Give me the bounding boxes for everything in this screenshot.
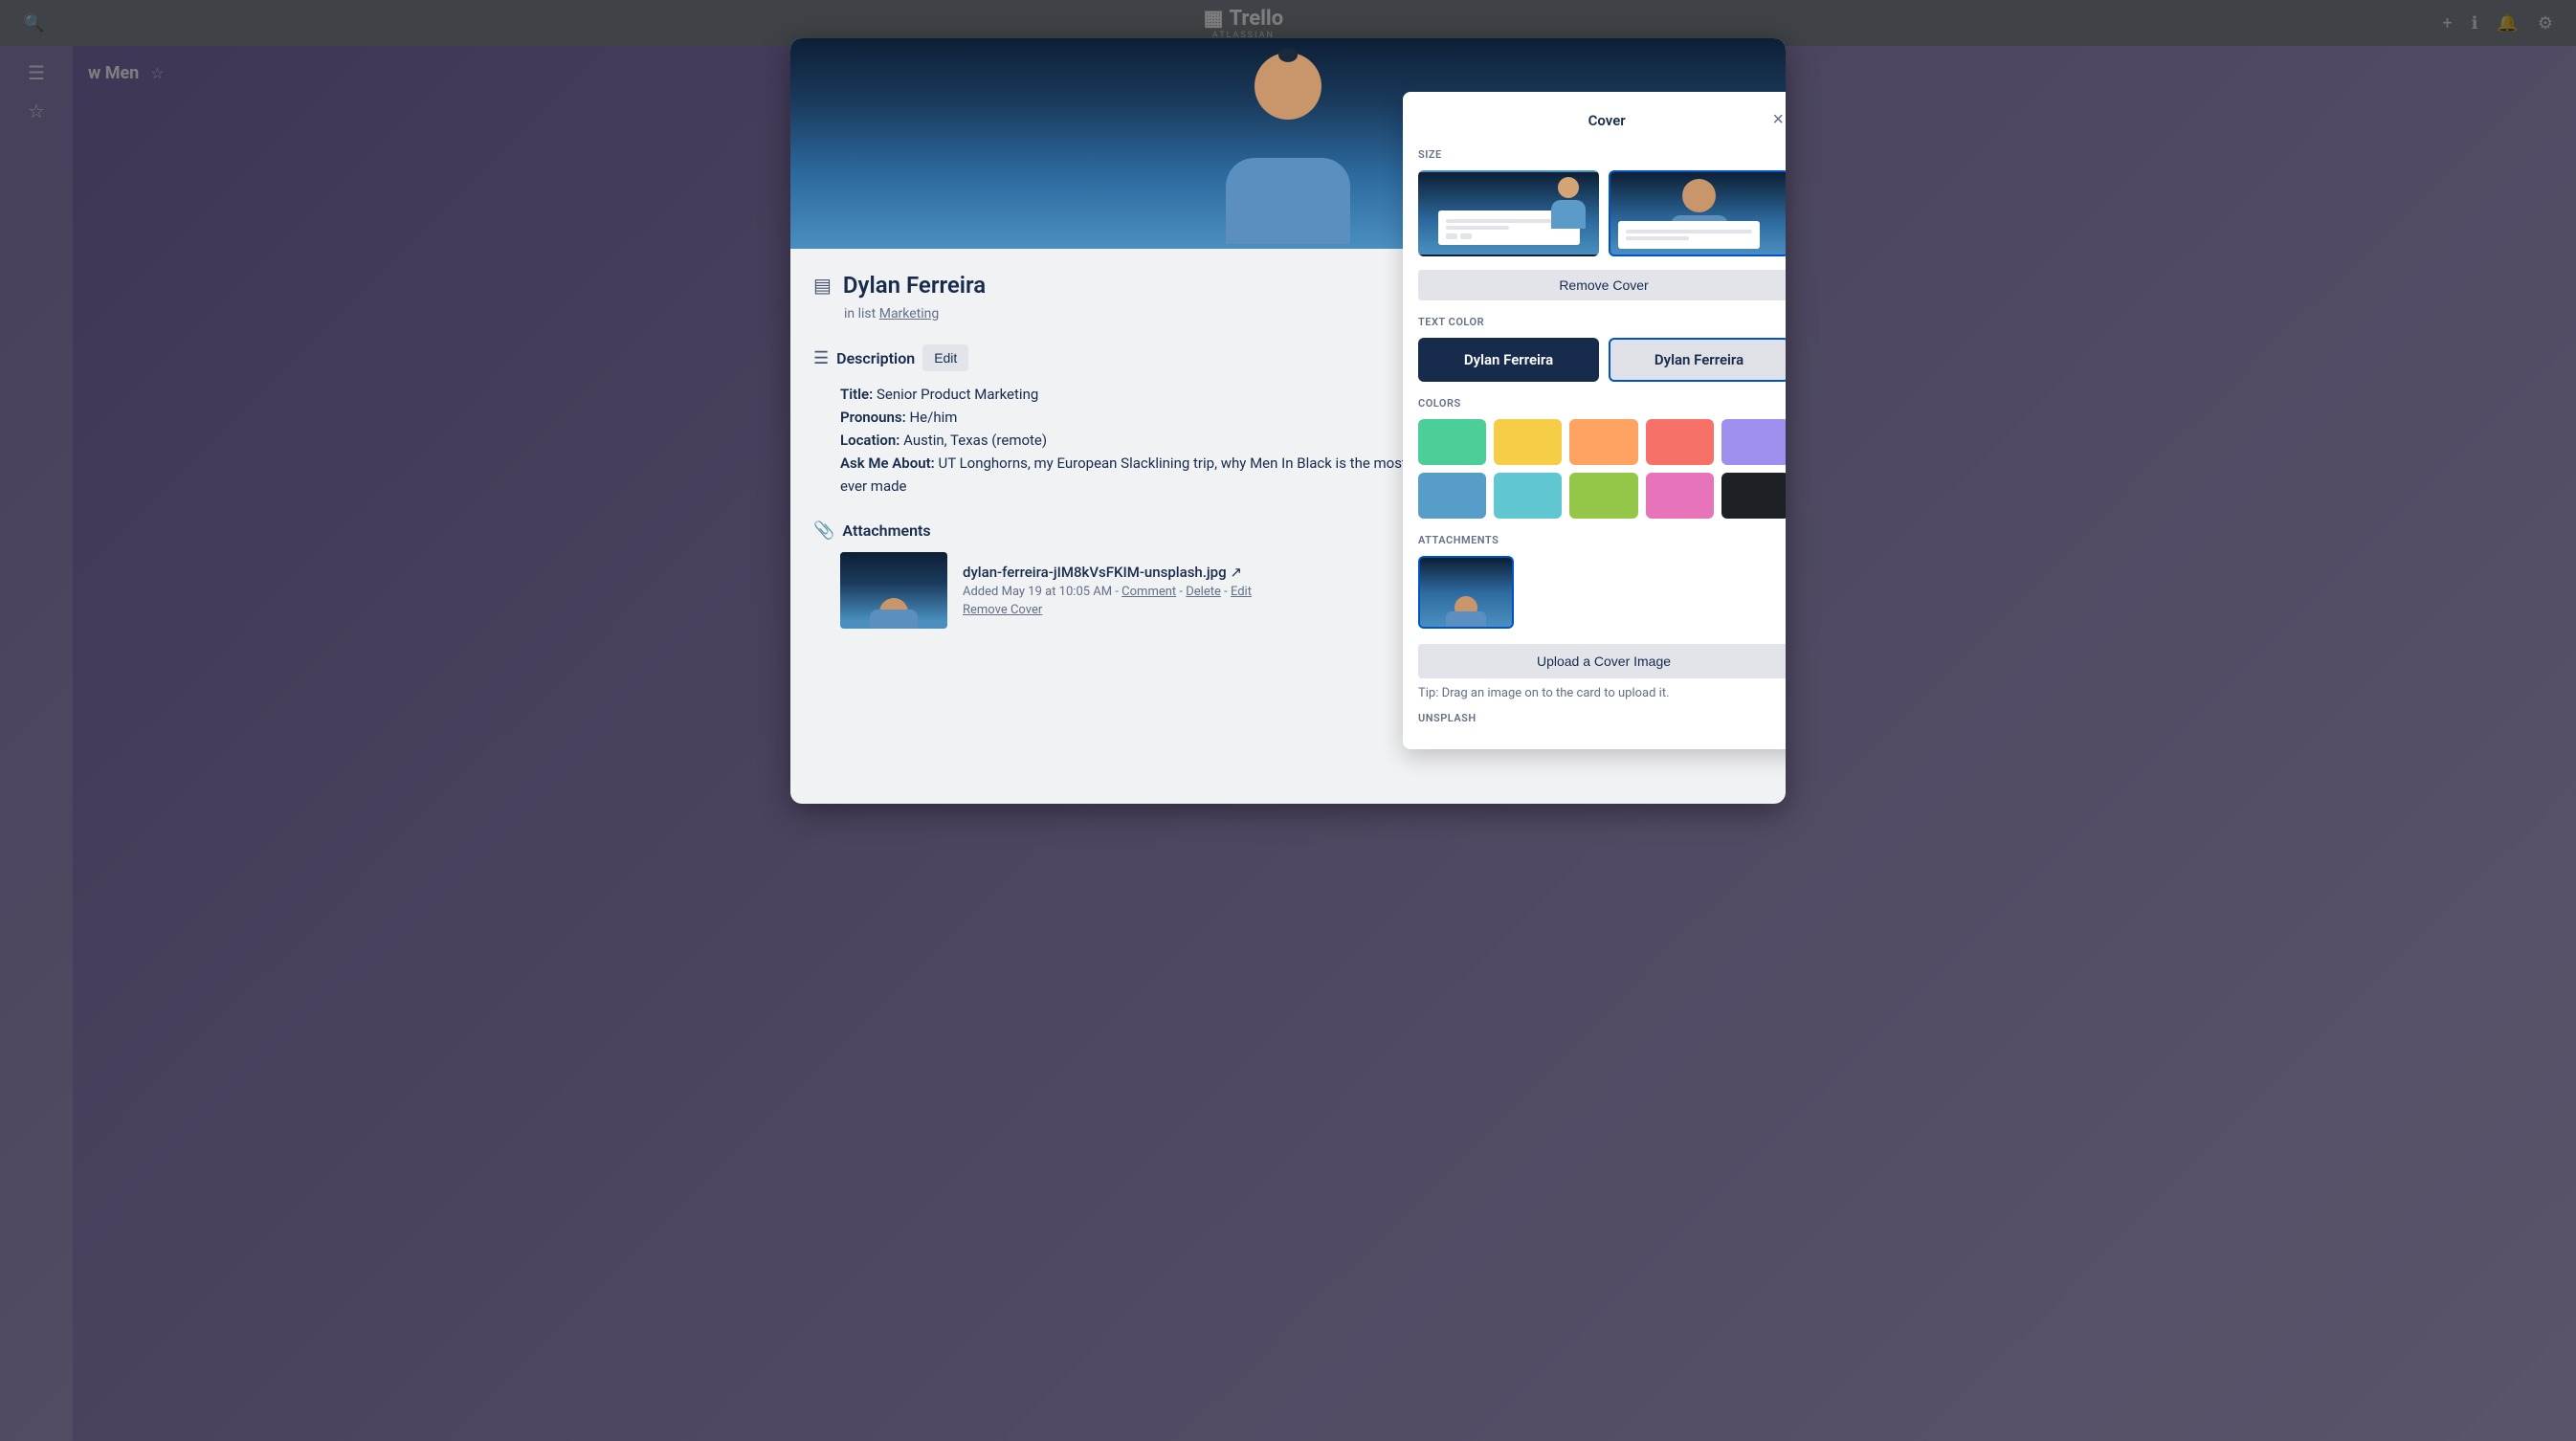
colors-label: COLORS <box>1418 397 1786 410</box>
attachment-edit-link[interactable]: Edit <box>1231 585 1252 599</box>
attachment-comment-link[interactable]: Comment <box>1121 585 1176 599</box>
attachment-thumbnail <box>840 552 947 629</box>
color-swatch-green[interactable] <box>1418 419 1486 465</box>
desc-location-label: Location: <box>840 432 899 449</box>
cover-panel-title: Cover <box>1447 112 1766 129</box>
card-title: Dylan Ferreira <box>843 272 986 299</box>
card-modal: Cover ▤ Dylan Ferreira in list Marketing… <box>790 38 1786 804</box>
panel-attachment-thumbnail[interactable] <box>1418 556 1514 629</box>
color-swatch-yellow[interactable] <box>1494 419 1562 465</box>
color-swatch-pink[interactable] <box>1646 473 1714 519</box>
color-swatch-teal[interactable] <box>1494 473 1562 519</box>
remove-cover-link[interactable]: Remove Cover <box>963 603 1042 617</box>
unsplash-label: UNSPLASH <box>1418 712 1786 724</box>
description-icon: ☰ <box>813 348 829 368</box>
cover-panel-scroll: Cover × SIZE <box>1418 107 1786 734</box>
color-swatch-blue[interactable] <box>1418 473 1486 519</box>
cover-panel: Cover × SIZE <box>1403 92 1786 749</box>
desc-title-value: Senior Product Marketing <box>877 386 1038 403</box>
color-swatch-red[interactable] <box>1646 419 1714 465</box>
cover-panel-header: Cover × <box>1418 107 1786 133</box>
list-link[interactable]: Marketing <box>879 306 940 321</box>
attachments-label: Attachments <box>842 521 930 540</box>
attachment-added: Added May 19 at 10:05 AM <box>963 585 1112 599</box>
color-swatch-purple[interactable] <box>1721 419 1786 465</box>
card-body: ▤ Dylan Ferreira in list Marketing ☰ Des… <box>790 249 1786 804</box>
text-color-light[interactable]: Dylan Ferreira <box>1609 338 1786 382</box>
size-option-small[interactable] <box>1418 170 1599 256</box>
description-label: Description <box>836 349 915 367</box>
modal-overlay: Cover ▤ Dylan Ferreira in list Marketing… <box>0 0 2576 1441</box>
size-option-full[interactable] <box>1609 170 1786 256</box>
color-swatch-orange[interactable] <box>1569 419 1637 465</box>
color-swatch-dark[interactable] <box>1721 473 1786 519</box>
remove-cover-button[interactable]: Remove Cover <box>1418 270 1786 300</box>
desc-location-value: Austin, Texas (remote) <box>903 432 1047 449</box>
colors-grid <box>1418 419 1786 519</box>
size-options <box>1418 170 1786 256</box>
text-color-dark[interactable]: Dylan Ferreira <box>1418 338 1599 382</box>
card-title-icon: ▤ <box>813 274 832 297</box>
desc-pronouns-label: Pronouns: <box>840 409 906 426</box>
text-color-label: TEXT COLOR <box>1418 316 1786 328</box>
text-color-options: Dylan Ferreira Dylan Ferreira <box>1418 338 1786 382</box>
attachment-link-icon[interactable]: ↗ <box>1230 564 1242 581</box>
desc-pronouns-value: He/him <box>909 409 957 426</box>
size-label: SIZE <box>1418 148 1786 161</box>
attachments-icon: 📎 <box>813 521 834 541</box>
desc-title-label: Title: <box>840 386 873 403</box>
upload-cover-button[interactable]: Upload a Cover Image <box>1418 644 1786 678</box>
color-swatch-lime[interactable] <box>1569 473 1637 519</box>
attachment-delete-link[interactable]: Delete <box>1186 585 1221 599</box>
list-label: in list <box>844 306 876 321</box>
size-preview-person-small <box>1549 177 1588 254</box>
cover-panel-close-button[interactable]: × <box>1766 107 1786 133</box>
tip-text: Tip: Drag an image on to the card to upl… <box>1418 686 1786 700</box>
desc-ask-label: Ask Me About: <box>840 454 935 472</box>
card-sidebar: SUGGESTED 👤 Join Feedback ADD TO CARD 👤 … <box>1590 272 1763 781</box>
size-preview-full <box>1618 221 1760 249</box>
description-edit-button[interactable]: Edit <box>922 344 968 371</box>
panel-attachments-label: ATTACHMENTS <box>1418 534 1786 546</box>
panel-attachment-thumb-container <box>1418 556 1786 629</box>
